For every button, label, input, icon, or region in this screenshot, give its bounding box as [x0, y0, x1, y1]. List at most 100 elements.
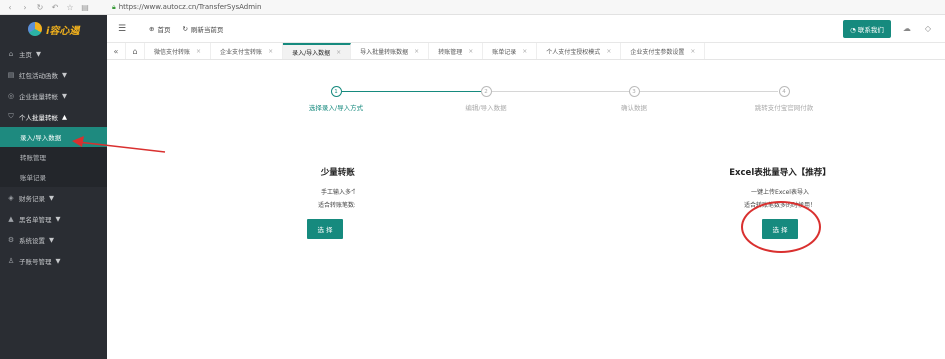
sidebar-item-blacklist[interactable]: ▲ 黑名单管理 ▼ [0, 208, 107, 229]
step-1: 1 选择录入/导入方式 [276, 86, 396, 112]
chevron-down-icon: ▼ [36, 49, 41, 58]
step-number: 1 [330, 86, 342, 97]
lock-icon: 🔒︎ [112, 2, 116, 11]
sidebar-item-label: 子账号管理 [19, 257, 52, 266]
chevron-up-icon: ▲ [62, 112, 67, 121]
card-desc-line: 一键上传Excel表导入 [751, 189, 809, 196]
sidebar-item-subaccounts[interactable]: ♙ 子账号管理 ▼ [0, 250, 107, 271]
user-icon: ▲ [8, 214, 14, 223]
refresh-link[interactable]: ↻ 刷新当前页 [182, 24, 223, 34]
step-4: 4 跳转支付宝官网付款 [724, 86, 844, 112]
annotation-arrow [72, 136, 166, 153]
sidebar-item-label: 系统设置 [19, 236, 45, 245]
card-title: Excel表批量导入【推荐】 [729, 168, 831, 178]
sidebar: i容心遏 ⌂ 主页 ▼ ▤ 红包活动函数 ▼ ◎ 企业批量转帐 ▼ ⛉ 个人批量… [0, 15, 107, 359]
tab-entry-import[interactable]: 录入/导入数据 × [283, 43, 352, 59]
tab-import-batch[interactable]: 导入批量转账数据 × [351, 43, 430, 59]
tab-label: 企业支付宝转账 [220, 48, 263, 56]
finance-icon: ◈ [8, 193, 14, 202]
sidebar-item-label: 企业批量转帐 [19, 92, 58, 101]
tab-scroll-left-icon[interactable]: « [107, 43, 126, 59]
tab-personal-alipay-auth[interactable]: 个人支付宝授权模式 × [537, 43, 622, 59]
tab-transfer-management[interactable]: 转账管理 × [429, 43, 484, 59]
home-icon: ⌂ [8, 49, 14, 58]
chevron-down-icon: ▼ [55, 214, 61, 223]
close-icon[interactable]: × [268, 48, 273, 55]
tab-wechat-transfer[interactable]: 微信支付转账 × [145, 43, 212, 59]
home-link-label: 首页 [157, 25, 171, 34]
logo-text: i容心遏 [46, 25, 80, 37]
close-icon[interactable]: × [336, 49, 341, 56]
step-label: 编辑/导入数据 [465, 104, 507, 112]
tab-home-icon[interactable]: ⌂ [126, 43, 145, 59]
sidebar-item-label: 个人批量转帐 [19, 113, 58, 122]
tag-icon[interactable]: ◇ [925, 24, 931, 33]
overlay-blank [355, 146, 655, 229]
sidebar-item-label: 主页 [19, 50, 32, 59]
logo[interactable]: i容心遏 [0, 15, 107, 43]
step-label: 选择录入/导入方式 [308, 104, 364, 112]
sidebar-item-label: 黑名单管理 [19, 215, 52, 224]
reader-icon[interactable]: ▤ [81, 3, 89, 12]
browser-toolbar: ‹ › ↻ ↶ ☆ ▤ 🔒︎ https://www.autocz.cn/Tra… [0, 0, 945, 15]
step-2: 2 编辑/导入数据 [426, 86, 546, 112]
sidebar-item-personal-transfer[interactable]: ⛉ 个人批量转帐 ▲ [0, 106, 107, 127]
tab-enterprise-alipay-settings[interactable]: 企业支付宝参数设置 × [621, 43, 706, 59]
step-number: 3 [628, 86, 640, 97]
theme-icon[interactable]: ☁ [903, 24, 911, 33]
chat-icon: ◔ [850, 25, 856, 34]
sidebar-item-settings[interactable]: ⚙ 系统设置 ▼ [0, 229, 107, 250]
step-label: 确认数据 [621, 104, 647, 112]
highlight-circle [741, 201, 821, 253]
star-icon[interactable]: ☆ [66, 3, 74, 12]
account-icon: ♙ [7, 256, 15, 265]
tab-label: 微信支付转账 [154, 48, 191, 56]
gear-icon: ⚙ [7, 235, 15, 244]
globe-icon: ⊕ [149, 24, 155, 33]
tab-enterprise-alipay[interactable]: 企业支付宝转账 × [211, 43, 284, 59]
back-icon[interactable]: ‹ [6, 3, 14, 12]
chevron-down-icon: ▼ [49, 193, 54, 202]
sidebar-item-red-packet[interactable]: ▤ 红包活动函数 ▼ [0, 64, 107, 85]
tab-bill-records[interactable]: 账单记录 × [483, 43, 538, 59]
forward-icon[interactable]: › [21, 3, 29, 12]
step-label: 跳转支付宝官网付款 [754, 104, 814, 112]
close-icon[interactable]: × [468, 48, 473, 55]
home-link[interactable]: ⊕ 首页 [149, 24, 170, 34]
sidebar-item-finance[interactable]: ◈ 财务记录 ▼ [0, 187, 107, 208]
reload-icon[interactable]: ↻ [36, 3, 44, 12]
history-icon[interactable]: ↶ [51, 3, 59, 12]
gift-icon: ▤ [7, 70, 15, 79]
close-icon[interactable]: × [606, 48, 611, 55]
tab-label: 导入批量转账数据 [360, 48, 409, 56]
sidebar-item-enterprise-transfer[interactable]: ◎ 企业批量转帐 ▼ [0, 85, 107, 106]
contact-button-label: 联系我们 [857, 25, 884, 34]
tab-bar: « ⌂ 微信支付转账 × 企业支付宝转账 × 录入/导入数据 × 导入批量转账数据 × … [107, 43, 945, 60]
close-icon[interactable]: × [414, 48, 419, 55]
sidebar-item-label: 财务记录 [19, 194, 45, 203]
sidebar-item-label: 红包活动函数 [19, 71, 58, 80]
close-icon[interactable]: × [690, 48, 695, 55]
top-header: ☰ ⊕ 首页 ↻ 刷新当前页 ◔ 联系我们 ☁ ◇ [107, 15, 945, 43]
tab-label: 个人支付宝授权模式 [546, 48, 601, 56]
coin-icon: ◎ [7, 91, 15, 100]
tab-label: 转账管理 [438, 48, 463, 56]
chevron-down-icon: ▼ [62, 91, 67, 100]
step-3: 3 确认数据 [574, 86, 694, 112]
refresh-icon: ↻ [182, 24, 188, 33]
address-bar[interactable]: https://www.autocz.cn/TransferSysAdmin [119, 3, 262, 11]
close-icon[interactable]: × [522, 48, 527, 55]
sidebar-subitem-bill-records[interactable]: 账单记录 [0, 167, 107, 187]
step-number: 4 [778, 86, 790, 97]
close-icon[interactable]: × [196, 48, 201, 55]
logo-icon [28, 22, 42, 36]
refresh-link-label: 刷新当前页 [190, 25, 224, 34]
contact-button[interactable]: ◔ 联系我们 [843, 19, 891, 38]
tab-label: 录入/导入数据 [292, 49, 331, 57]
tab-label: 企业支付宝参数设置 [630, 48, 685, 56]
chevron-down-icon: ▼ [55, 256, 61, 265]
sidebar-item-home[interactable]: ⌂ 主页 ▼ [0, 43, 107, 64]
tab-label: 账单记录 [492, 48, 517, 56]
menu-toggle-icon[interactable]: ☰ [107, 24, 137, 34]
manual-select-button[interactable]: 选 择 [307, 219, 343, 239]
